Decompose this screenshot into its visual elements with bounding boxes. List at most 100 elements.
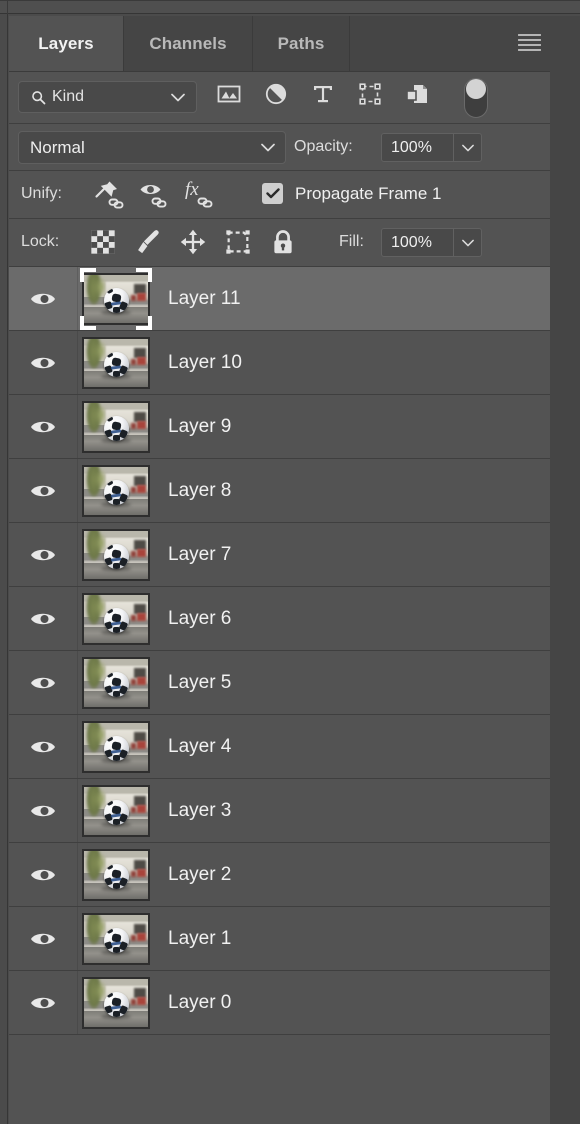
thumbnail-red-object [131,614,136,621]
layer-name: Layer 6 [168,607,232,629]
layer-visibility-toggle[interactable] [9,779,78,842]
thumbnail-red-object [137,740,146,749]
layer-list: Layer 11 Layer 10 Layer 9 Layer 8 Layer … [9,267,550,1035]
thumbnail-scene [84,594,148,643]
eye-icon [31,933,55,944]
thumbnail-soccer-ball [104,351,129,377]
eye-icon [31,869,55,880]
layer-row-3[interactable]: Layer 8 [9,459,550,523]
thumbnail-red-object [131,486,136,493]
layer-thumbnail[interactable] [82,976,150,1029]
thumbnail-scene [84,722,148,771]
tab-layers-label: Layers [38,33,94,53]
thumbnail-soccer-ball [104,671,129,697]
blend-mode-dropdown[interactable]: Normal [18,131,286,164]
eye-icon [31,805,55,816]
layer-thumbnail[interactable] [82,784,150,837]
unify-style-icon[interactable]: fx [183,178,217,212]
layer-thumbnail[interactable] [82,464,150,517]
blend-mode-row: Normal Opacity: 100% [9,124,550,171]
panel-right-gutter [550,16,580,1124]
layer-thumbnail-wrapper [78,459,154,523]
tab-paths-label: Paths [277,33,325,53]
filter-kind-dropdown[interactable]: Kind [18,81,197,113]
thumbnail-soccer-ball [104,479,129,505]
layer-name: Layer 7 [168,543,232,565]
layer-thumbnail-wrapper [78,587,154,651]
opacity-stepper-button[interactable] [453,134,481,161]
layer-thumbnail[interactable] [82,528,150,581]
layer-visibility-toggle[interactable] [9,331,78,394]
layer-thumbnail-wrapper [78,331,154,395]
panel-menu-icon[interactable] [518,34,541,52]
layer-thumbnail[interactable] [82,336,150,389]
filter-pixel-layers-icon[interactable] [215,80,243,108]
layer-thumbnail-wrapper [78,971,154,1035]
lock-row: Lock: Fill: 100% [9,219,550,267]
layer-row-4[interactable]: Layer 7 [9,523,550,587]
propagate-frame-checkbox[interactable] [262,183,283,204]
layer-thumbnail[interactable] [82,656,150,709]
layer-row-11[interactable]: Layer 0 [9,971,550,1035]
tab-channels[interactable]: Channels [124,16,253,71]
layer-visibility-toggle[interactable] [9,715,78,778]
layer-row-1[interactable]: Layer 10 [9,331,550,395]
thumbnail-red-object [131,678,136,685]
lock-position-icon[interactable] [179,228,207,256]
layer-visibility-toggle[interactable] [9,267,78,330]
layer-visibility-toggle[interactable] [9,907,78,970]
layer-thumbnail[interactable] [82,720,150,773]
filter-type-layers-icon[interactable] [309,80,337,108]
layer-visibility-toggle[interactable] [9,651,78,714]
layer-row-2[interactable]: Layer 9 [9,395,550,459]
lock-all-icon[interactable] [269,228,297,256]
eye-icon [31,357,55,368]
layer-row-6[interactable]: Layer 5 [9,651,550,715]
filter-adjustment-layers-icon[interactable] [262,80,290,108]
layer-row-0[interactable]: Layer 11 [9,267,550,331]
opacity-input[interactable]: 100% [381,133,482,162]
lock-image-pixels-icon[interactable] [134,228,162,256]
filter-smart-object-layers-icon[interactable] [403,80,431,108]
layer-row-10[interactable]: Layer 1 [9,907,550,971]
unify-position-icon[interactable] [91,178,125,212]
unify-row: Unify: fx Propagate Frame 1 [9,171,550,219]
filter-enable-toggle[interactable] [464,78,488,118]
layer-thumbnail[interactable] [82,848,150,901]
fill-stepper-button[interactable] [453,229,481,256]
layer-name: Layer 9 [168,415,232,437]
layer-visibility-toggle[interactable] [9,971,78,1034]
lock-artboard-nesting-icon[interactable] [224,228,252,256]
thumbnail-scene [84,914,148,963]
layer-row-5[interactable]: Layer 6 [9,587,550,651]
thumbnail-red-object [131,550,136,557]
chevron-down-icon [461,144,474,151]
lock-transparent-pixels-icon[interactable] [89,228,117,256]
chevron-down-icon [261,143,275,152]
layer-visibility-toggle[interactable] [9,459,78,522]
layer-row-9[interactable]: Layer 2 [9,843,550,907]
layer-thumbnail[interactable] [82,272,150,325]
blend-mode-value: Normal [30,137,85,157]
thumbnail-red-object [137,548,146,557]
tab-paths[interactable]: Paths [253,16,350,71]
layer-visibility-toggle[interactable] [9,523,78,586]
layer-row-7[interactable]: Layer 4 [9,715,550,779]
layer-thumbnail[interactable] [82,912,150,965]
layer-visibility-toggle[interactable] [9,843,78,906]
thumbnail-scene [84,658,148,707]
layer-thumbnail-wrapper [78,395,154,459]
chevron-down-icon [171,93,185,102]
thumbnail-scene [84,274,148,323]
tab-layers[interactable]: Layers [9,16,124,71]
layer-visibility-toggle[interactable] [9,395,78,458]
layer-thumbnail[interactable] [82,400,150,453]
layer-visibility-toggle[interactable] [9,587,78,650]
propagate-frame-toggle[interactable]: Propagate Frame 1 [262,183,441,204]
thumbnail-scene [84,466,148,515]
layer-thumbnail[interactable] [82,592,150,645]
fill-input[interactable]: 100% [381,228,482,257]
unify-visibility-icon[interactable] [137,178,171,212]
filter-shape-layers-icon[interactable] [356,80,384,108]
layer-row-8[interactable]: Layer 3 [9,779,550,843]
